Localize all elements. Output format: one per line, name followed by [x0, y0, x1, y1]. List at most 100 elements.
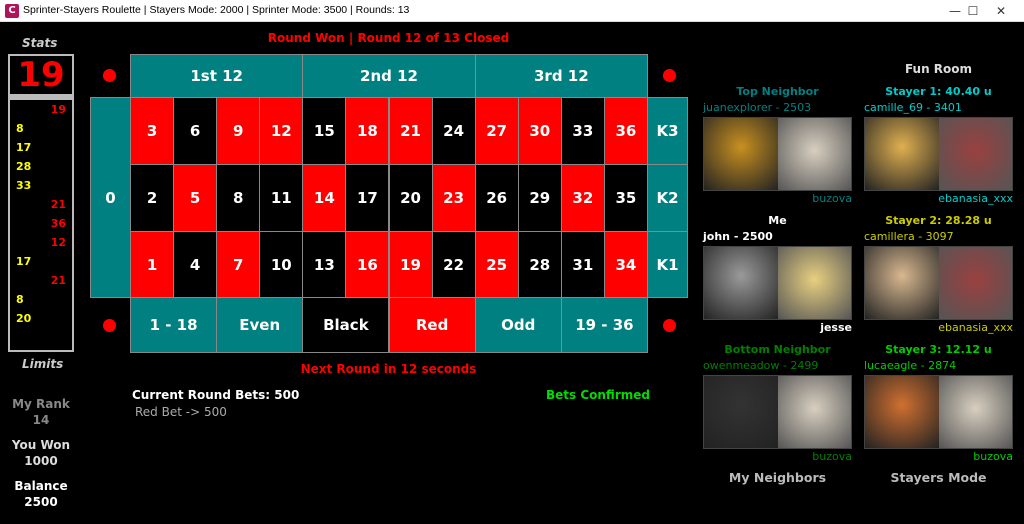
number-cell[interactable]: 35 — [603, 164, 648, 232]
outside-bet[interactable]: 19 - 36 — [560, 297, 648, 353]
avatar-pair[interactable] — [864, 117, 1013, 191]
rank-label: My Rank — [12, 397, 70, 411]
number-cell[interactable]: 15 — [302, 97, 347, 165]
number-cell[interactable]: 25 — [474, 231, 519, 298]
dozen-3[interactable]: 3rd 12 — [474, 54, 648, 98]
number-cell[interactable]: 1 — [130, 231, 175, 298]
number-cell[interactable]: 17 — [345, 164, 390, 232]
dozen-1[interactable]: 1st 12 — [130, 54, 304, 98]
number-cell[interactable]: 19 — [388, 231, 433, 298]
number-cell[interactable]: 27 — [474, 97, 519, 165]
panel-heading: Stayer 1: 40.40 u — [885, 85, 992, 98]
my-neighbors-button[interactable]: My Neighbors — [703, 470, 852, 485]
column-bet-k3[interactable]: K3 — [647, 97, 688, 165]
player-avatar[interactable] — [704, 247, 778, 319]
partner-avatar[interactable] — [938, 247, 1012, 319]
avatar-pair[interactable] — [864, 246, 1013, 320]
window-title: Sprinter-Stayers Roulette | Stayers Mode… — [23, 4, 410, 16]
round-status: Round Won | Round 12 of 13 Closed — [267, 31, 510, 45]
marker-dot-icon — [663, 319, 676, 332]
number-cell[interactable]: 23 — [431, 164, 476, 232]
avatar-pair[interactable] — [864, 375, 1013, 449]
partner-avatar[interactable] — [938, 118, 1012, 190]
outside-bet[interactable]: Red — [388, 297, 476, 353]
number-cell[interactable]: 12 — [259, 97, 304, 165]
fun-room-button[interactable]: Fun Room — [864, 62, 1013, 76]
number-cell[interactable]: 24 — [431, 97, 476, 165]
number-cell[interactable]: 10 — [259, 231, 304, 298]
number-cell[interactable]: 21 — [388, 97, 433, 165]
partner-name: ebanasia_xxx — [938, 192, 1013, 205]
number-cell[interactable]: 2 — [130, 164, 175, 232]
history-item: 28 — [16, 160, 32, 173]
outside-bet[interactable]: Even — [216, 297, 304, 353]
partner-name: buzova — [973, 450, 1013, 463]
app-icon: C — [5, 4, 19, 18]
history-item: 12 — [50, 236, 66, 249]
panel-heading: Bottom Neighbor — [724, 343, 831, 356]
history-item: 8 — [16, 293, 24, 306]
zero-cell[interactable]: 0 — [90, 97, 131, 298]
player-name: owenmeadow - 2499 — [703, 359, 819, 372]
limits-button[interactable]: Limits — [22, 357, 63, 371]
history-item: 17 — [16, 141, 32, 154]
number-cell[interactable]: 7 — [216, 231, 261, 298]
outside-bet[interactable]: Black — [302, 297, 390, 353]
partner-avatar[interactable] — [777, 247, 851, 319]
outside-bet[interactable]: Odd — [474, 297, 562, 353]
number-cell[interactable]: 31 — [560, 231, 605, 298]
player-avatar[interactable] — [865, 118, 939, 190]
history-item: 19 — [50, 103, 66, 116]
partner-avatar[interactable] — [938, 376, 1012, 448]
number-cell[interactable]: 26 — [474, 164, 519, 232]
player-avatar[interactable] — [865, 247, 939, 319]
rank-value: 14 — [32, 413, 50, 427]
marker-dot-icon — [663, 69, 676, 82]
number-cell[interactable]: 20 — [388, 164, 433, 232]
number-cell[interactable]: 6 — [173, 97, 218, 165]
number-cell[interactable]: 9 — [216, 97, 261, 165]
avatar-pair[interactable] — [703, 375, 852, 449]
column-bet-k2[interactable]: K2 — [647, 164, 688, 232]
partner-avatar[interactable] — [777, 376, 851, 448]
close-button[interactable]: ✕ — [978, 0, 1024, 22]
number-cell[interactable]: 36 — [603, 97, 648, 165]
number-cell[interactable]: 30 — [517, 97, 562, 165]
dozen-2[interactable]: 2nd 12 — [302, 54, 476, 98]
player-name: camille_69 - 3401 — [864, 101, 962, 114]
number-cell[interactable]: 8 — [216, 164, 261, 232]
number-cell[interactable]: 3 — [130, 97, 175, 165]
number-cell[interactable]: 32 — [560, 164, 605, 232]
panel-heading: Me — [768, 214, 787, 227]
avatar-pair[interactable] — [703, 117, 852, 191]
number-cell[interactable]: 29 — [517, 164, 562, 232]
number-cell[interactable]: 14 — [302, 164, 347, 232]
history-list: 19 8 17 28 33 21 36 12 17 21 8 20 — [8, 96, 74, 352]
number-cell[interactable]: 33 — [560, 97, 605, 165]
number-cell[interactable]: 34 — [603, 231, 648, 298]
bet-item: Red Bet -> 500 — [135, 405, 227, 419]
player-name: john - 2500 — [703, 230, 773, 243]
number-cell[interactable]: 4 — [173, 231, 218, 298]
partner-name: buzova — [812, 450, 852, 463]
number-cell[interactable]: 5 — [173, 164, 218, 232]
partner-avatar[interactable] — [777, 118, 851, 190]
won-label: You Won — [11, 438, 71, 452]
number-cell[interactable]: 16 — [345, 231, 390, 298]
number-cell[interactable]: 18 — [345, 97, 390, 165]
number-cell[interactable]: 13 — [302, 231, 347, 298]
column-bet-k1[interactable]: K1 — [647, 231, 688, 298]
player-avatar[interactable] — [865, 376, 939, 448]
number-cell[interactable]: 11 — [259, 164, 304, 232]
current-bets-title: Current Round Bets: 500 — [132, 388, 300, 402]
partner-name: buzova — [812, 192, 852, 205]
number-cell[interactable]: 22 — [431, 231, 476, 298]
player-avatar[interactable] — [704, 118, 778, 190]
history-item: 21 — [50, 274, 66, 287]
player-avatar[interactable] — [704, 376, 778, 448]
outside-bet[interactable]: 1 - 18 — [130, 297, 218, 353]
stayers-mode-button[interactable]: Stayers Mode — [864, 470, 1013, 485]
avatar-pair[interactable] — [703, 246, 852, 320]
number-cell[interactable]: 28 — [517, 231, 562, 298]
balance-label: Balance — [14, 479, 68, 493]
